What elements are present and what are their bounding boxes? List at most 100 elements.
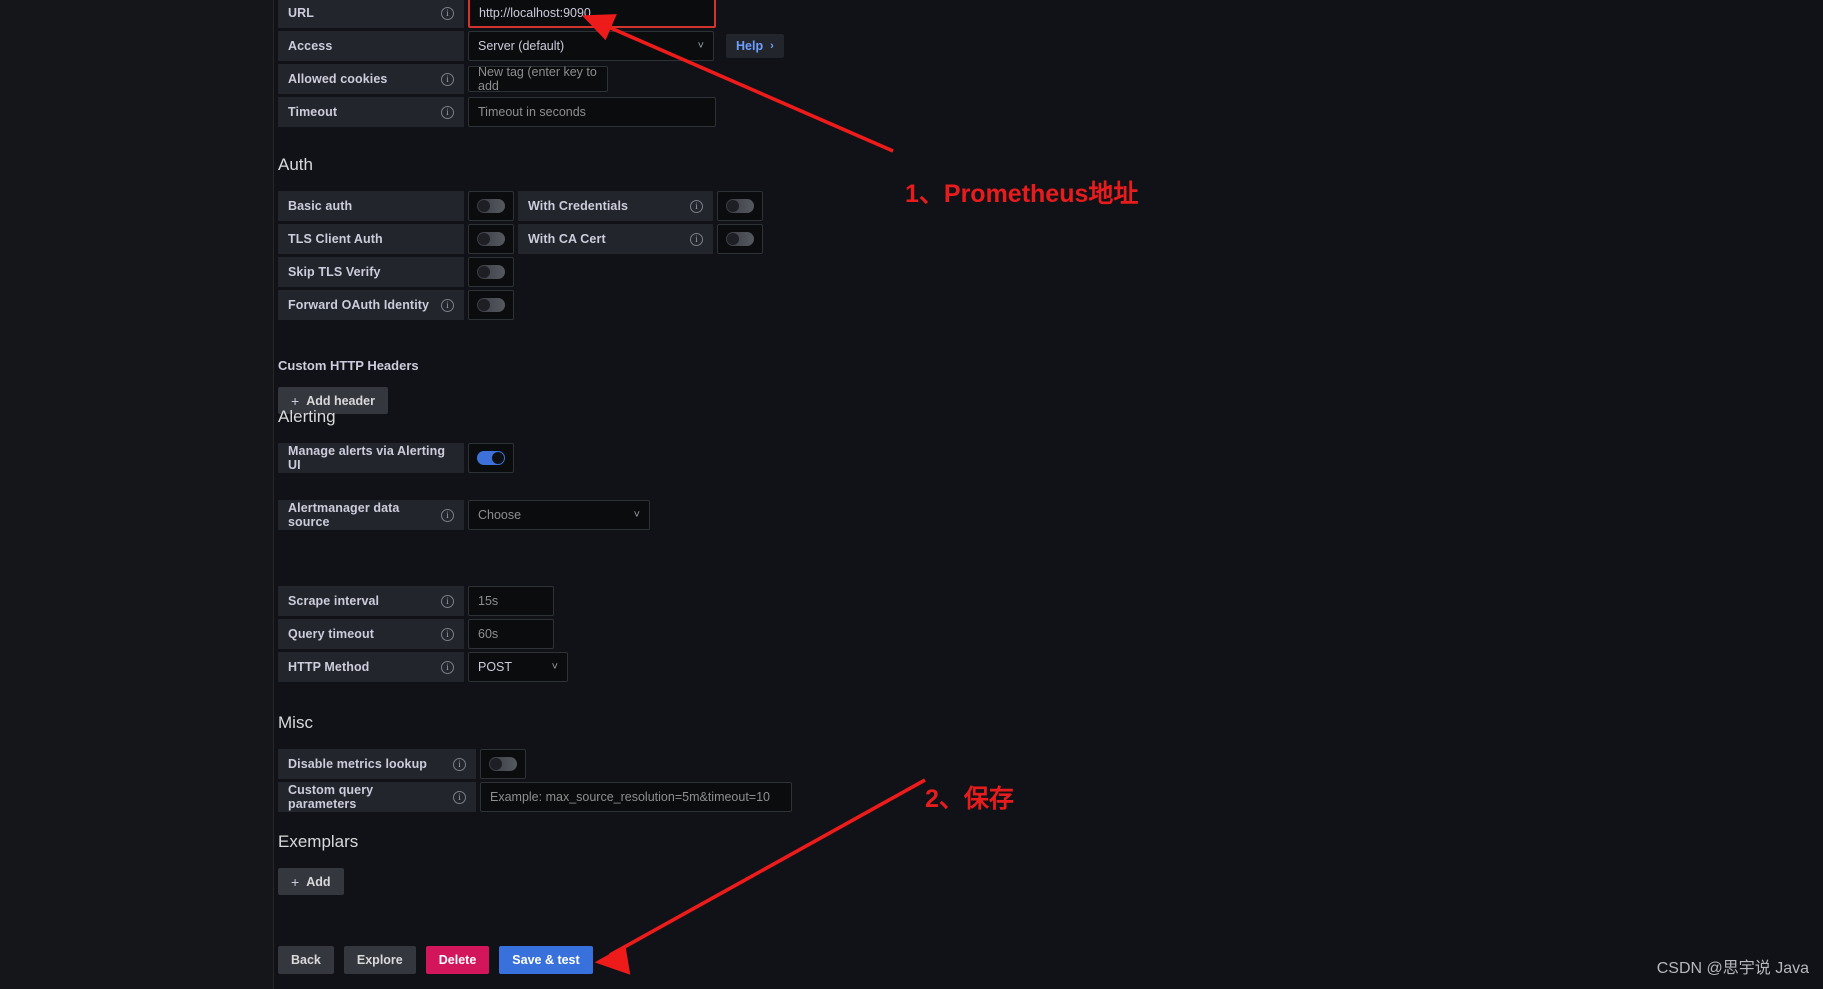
chevron-right-icon: ›	[770, 40, 774, 52]
basic-auth-row: Basic auth With Credentials i	[278, 191, 763, 221]
with-credentials-label-cell: With Credentials i	[518, 191, 713, 221]
alertmanager-label-cell: Alertmanager data source i	[278, 500, 464, 530]
alertmanager-select[interactable]: Choose ˅	[468, 500, 650, 530]
settings-content: URL i http://localhost:9090 Access Serve…	[275, 0, 1823, 989]
annotation-text: 2、保存	[925, 785, 1014, 813]
alerting-section: Alerting Manage alerts via Alerting UI A…	[278, 407, 650, 533]
scrape-interval-input[interactable]: 15s	[468, 586, 554, 616]
http-method-select-value: POST	[478, 660, 513, 674]
url-input[interactable]: http://localhost:9090	[468, 0, 716, 28]
with-ca-cert-label-cell: With CA Cert i	[518, 224, 713, 254]
misc-section: Misc Disable metrics lookup i Custom que…	[278, 713, 792, 815]
query-timeout-input[interactable]: 60s	[468, 619, 554, 649]
chevron-down-icon: ˅	[697, 40, 704, 52]
allowed-cookies-input[interactable]: New tag (enter key to add	[468, 65, 608, 93]
manage-alerts-row: Manage alerts via Alerting UI	[278, 443, 650, 473]
info-icon[interactable]: i	[441, 105, 454, 119]
basic-auth-label: Basic auth	[288, 199, 353, 213]
custom-http-headers-section: Custom HTTP Headers + Add header	[278, 358, 419, 414]
info-icon[interactable]: i	[441, 508, 454, 522]
exemplars-section: Exemplars + Add	[278, 832, 358, 895]
save-and-test-button[interactable]: Save & test	[499, 946, 593, 974]
forward-oauth-identity-toggle[interactable]	[468, 290, 514, 320]
with-credentials-label: With Credentials	[528, 199, 629, 213]
add-exemplar-button[interactable]: + Add	[278, 868, 344, 895]
http-method-label: HTTP Method	[288, 660, 370, 674]
explore-button[interactable]: Explore	[343, 946, 416, 974]
forward-oauth-identity-row: Forward OAuth Identity i	[278, 290, 763, 320]
http-method-select[interactable]: POST ˅	[468, 652, 568, 682]
timeout-label: Timeout	[288, 105, 338, 119]
info-icon[interactable]: i	[441, 627, 454, 641]
timeout-input[interactable]: Timeout in seconds	[468, 97, 716, 127]
url-row: URL i http://localhost:9090	[278, 0, 784, 28]
forward-oauth-identity-label: Forward OAuth Identity	[288, 298, 430, 312]
skip-tls-verify-toggle[interactable]	[468, 257, 514, 287]
forward-oauth-identity-label-cell: Forward OAuth Identity i	[278, 290, 464, 320]
skip-tls-verify-label-cell: Skip TLS Verify	[278, 257, 464, 287]
custom-http-headers-heading: Custom HTTP Headers	[278, 358, 419, 373]
auth-heading: Auth	[278, 155, 313, 174]
disable-metrics-lookup-row: Disable metrics lookup i	[278, 749, 792, 779]
basic-auth-toggle[interactable]	[468, 191, 514, 221]
access-label-cell: Access	[278, 31, 464, 61]
alertmanager-label: Alertmanager data source	[288, 501, 400, 529]
scrape-interval-label-cell: Scrape interval i	[278, 586, 464, 616]
access-label: Access	[288, 39, 333, 53]
info-icon[interactable]: i	[453, 757, 466, 771]
info-icon[interactable]: i	[441, 72, 454, 86]
access-select-value: Server (default)	[478, 39, 565, 53]
basic-auth-label-cell: Basic auth	[278, 191, 464, 221]
scrape-interval-label: Scrape interval	[288, 594, 380, 608]
query-timeout-label: Query timeout	[288, 627, 375, 641]
tls-client-auth-row: TLS Client Auth With CA Cert i	[278, 224, 763, 254]
with-ca-cert-label: With CA Cert	[528, 232, 606, 246]
info-icon[interactable]: i	[441, 298, 454, 312]
custom-query-parameters-row: Custom query parameters i Example: max_s…	[278, 782, 792, 812]
access-select[interactable]: Server (default) ˅	[468, 31, 714, 61]
allowed-cookies-label: Allowed cookies	[288, 72, 388, 86]
info-icon[interactable]: i	[690, 199, 703, 213]
add-exemplar-button-label: Add	[306, 874, 331, 889]
tls-client-auth-label: TLS Client Auth	[288, 232, 383, 246]
manage-alerts-label: Manage alerts via Alerting UI	[288, 444, 446, 472]
tls-client-auth-toggle[interactable]	[468, 224, 514, 254]
url-label: URL	[288, 6, 314, 20]
exemplars-heading: Exemplars	[278, 832, 359, 851]
access-row: Access Server (default) ˅ Help ›	[278, 31, 784, 61]
plus-icon: +	[291, 873, 300, 890]
info-icon[interactable]: i	[441, 594, 454, 608]
auth-section: Auth Basic auth With Credentials i TLS C…	[278, 155, 763, 323]
alertmanager-row: Alertmanager data source i Choose ˅	[278, 500, 650, 530]
manage-alerts-toggle[interactable]	[468, 443, 514, 473]
query-settings-group: Scrape interval i 15s Query timeout i 60…	[278, 586, 568, 685]
with-ca-cert-toggle[interactable]	[717, 224, 763, 254]
info-icon[interactable]: i	[441, 6, 454, 20]
http-settings-group: URL i http://localhost:9090 Access Serve…	[278, 0, 784, 130]
tls-client-auth-label-cell: TLS Client Auth	[278, 224, 464, 254]
chevron-down-icon: ˅	[551, 661, 558, 673]
delete-button[interactable]: Delete	[425, 946, 490, 974]
timeout-row: Timeout i Timeout in seconds	[278, 97, 784, 127]
left-empty-pane	[0, 0, 274, 989]
alerting-heading: Alerting	[278, 407, 336, 426]
info-icon[interactable]: i	[690, 232, 703, 246]
annotation-save: 2、保存	[925, 779, 1014, 815]
datasource-settings-page: URL i http://localhost:9090 Access Serve…	[0, 0, 1823, 989]
disable-metrics-lookup-toggle[interactable]	[480, 749, 526, 779]
http-method-row: HTTP Method i POST ˅	[278, 652, 568, 682]
custom-query-parameters-label-cell: Custom query parameters i	[278, 782, 476, 812]
annotation-text: 1、Prometheus地址	[905, 180, 1139, 208]
watermark: CSDN @思宇说 Java	[1656, 960, 1809, 977]
help-button-label: Help	[736, 39, 764, 53]
info-icon[interactable]: i	[441, 660, 454, 674]
with-credentials-toggle[interactable]	[717, 191, 763, 221]
alertmanager-select-value: Choose	[478, 508, 522, 522]
info-icon[interactable]: i	[453, 790, 466, 804]
custom-query-parameters-input[interactable]: Example: max_source_resolution=5m&timeou…	[480, 782, 792, 812]
url-label-cell: URL i	[278, 0, 464, 28]
back-button[interactable]: Back	[278, 946, 334, 974]
query-timeout-label-cell: Query timeout i	[278, 619, 464, 649]
help-button[interactable]: Help ›	[726, 34, 784, 58]
skip-tls-verify-label: Skip TLS Verify	[288, 265, 381, 279]
